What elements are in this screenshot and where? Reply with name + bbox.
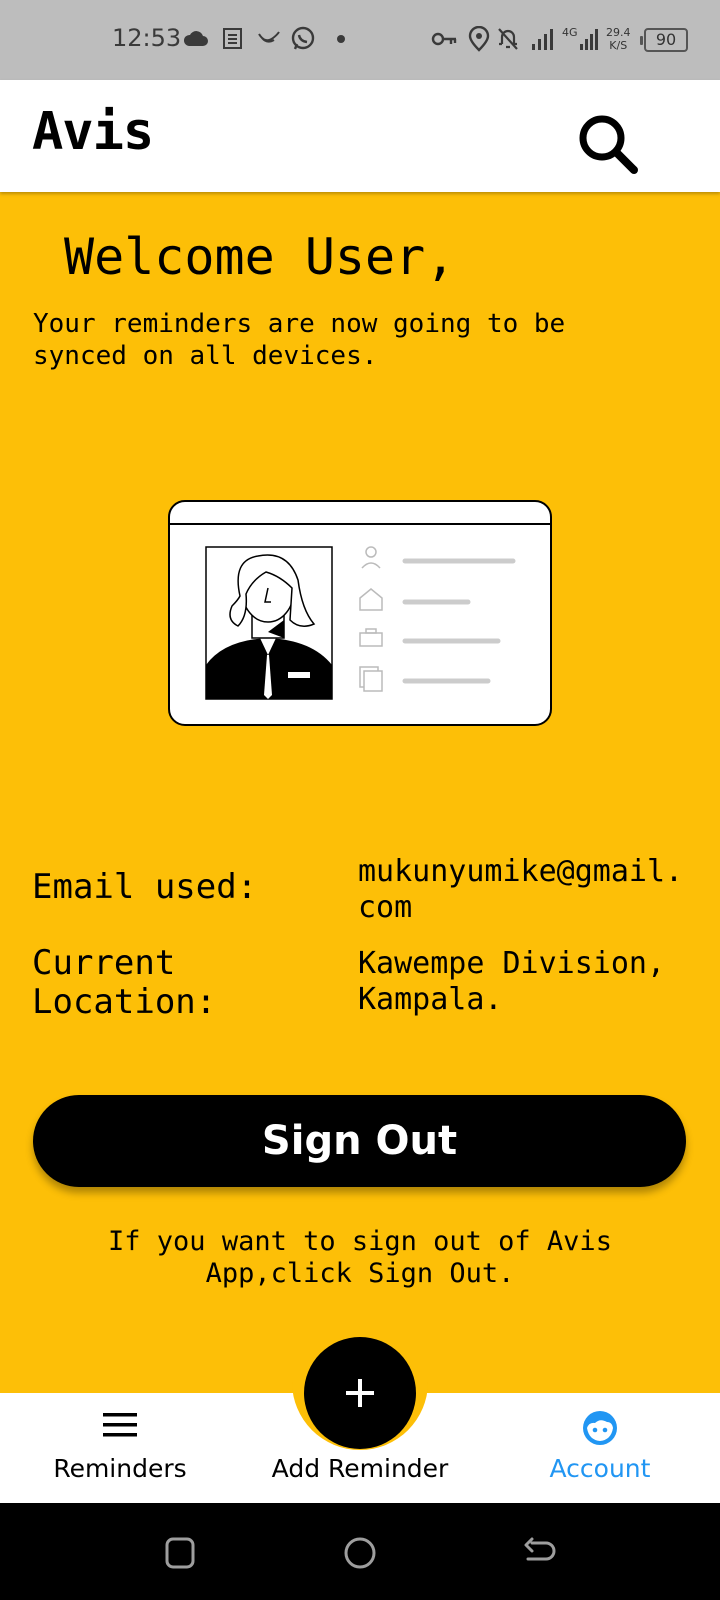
battery-indicator: 90 bbox=[640, 28, 688, 52]
sync-subtitle: Your reminders are now going to be synce… bbox=[33, 309, 566, 371]
nav-label-account: Account bbox=[549, 1454, 651, 1483]
location-value: Kawempe Division, Kampala. bbox=[358, 946, 666, 1017]
back-icon[interactable] bbox=[520, 1533, 560, 1573]
signal-icon bbox=[532, 29, 553, 50]
network-speed: 29.4 K/S bbox=[606, 26, 631, 52]
recent-apps-icon[interactable] bbox=[160, 1533, 200, 1573]
face-icon bbox=[583, 1411, 617, 1445]
app-bar: Avis bbox=[0, 80, 720, 192]
id-card-illustration bbox=[168, 500, 552, 726]
nav-label-reminders: Reminders bbox=[53, 1454, 187, 1483]
plus-icon bbox=[346, 1379, 374, 1407]
signal-4g-icon bbox=[580, 29, 598, 50]
email-label: Email used: bbox=[32, 867, 258, 907]
location-icon bbox=[468, 26, 490, 52]
list-icon bbox=[223, 28, 242, 49]
status-time: 12:53 bbox=[112, 24, 182, 52]
sign-out-hint: If you want to sign out of Avis App,clic… bbox=[108, 1226, 612, 1289]
cloud-icon bbox=[183, 31, 208, 46]
search-icon[interactable] bbox=[574, 110, 644, 180]
dot-icon bbox=[337, 35, 345, 43]
sign-out-button[interactable]: Sign Out bbox=[33, 1095, 686, 1187]
nav-item-account[interactable]: Account bbox=[490, 1410, 710, 1483]
home-icon[interactable] bbox=[340, 1533, 380, 1573]
vpn-key-icon bbox=[431, 32, 457, 46]
system-nav-bar bbox=[0, 1503, 720, 1600]
email-value: mukunyumike@gmail.com bbox=[358, 854, 684, 925]
bell-off-icon bbox=[498, 28, 518, 50]
location-label: Current Location: bbox=[32, 943, 217, 1022]
bird-icon bbox=[258, 31, 280, 43]
nav-item-reminders[interactable]: Reminders bbox=[10, 1410, 230, 1483]
menu-icon bbox=[103, 1413, 137, 1437]
app-title: Avis bbox=[32, 102, 154, 162]
whatsapp-icon bbox=[291, 26, 315, 50]
welcome-heading: Welcome User, bbox=[64, 228, 456, 286]
nav-label-add-reminder: Add Reminder bbox=[271, 1454, 449, 1483]
status-bar: 12:53 4G 29.4 K/S 90 bbox=[0, 0, 720, 80]
add-reminder-fab[interactable] bbox=[304, 1337, 416, 1449]
